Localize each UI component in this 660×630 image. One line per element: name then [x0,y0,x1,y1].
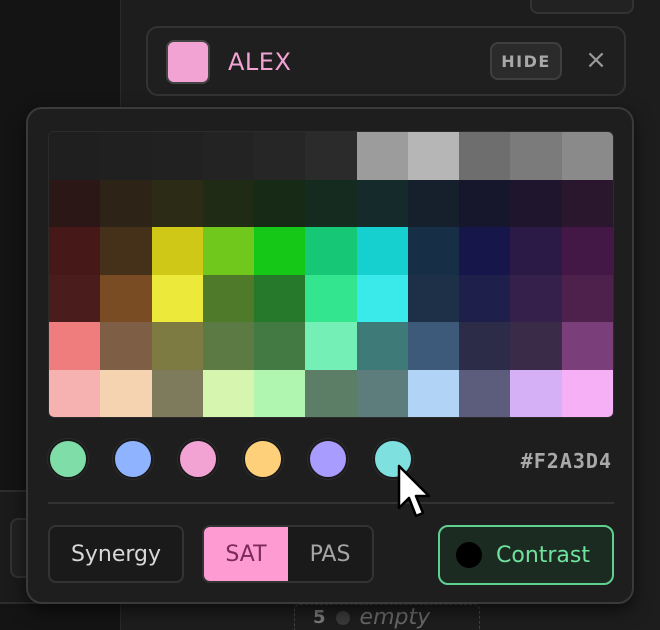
hide-button[interactable]: HIDE [490,42,562,80]
color-cell[interactable] [202,132,255,180]
color-cell[interactable] [151,179,203,227]
color-cell[interactable] [202,369,255,417]
mouse-cursor-icon [397,464,431,518]
player-name: ALEX [228,48,292,76]
color-cell[interactable] [49,227,101,275]
color-cell[interactable] [305,322,357,370]
color-cell[interactable] [561,274,613,322]
color-cell[interactable] [356,227,408,275]
color-cell[interactable] [510,274,562,322]
color-cell[interactable] [356,322,408,370]
color-cell[interactable] [151,322,203,370]
color-cell[interactable] [254,369,306,417]
background-slot-row: 5 empty [294,604,480,630]
background-card [530,0,634,14]
color-cell[interactable] [459,322,511,370]
color-cell[interactable] [151,227,203,275]
slot-number: 5 [313,607,326,628]
color-cell[interactable] [459,227,511,275]
synergy-button[interactable]: Synergy [48,525,184,583]
slot-label: empty [359,605,431,630]
mode-sat-button[interactable]: SAT [204,527,288,581]
color-cell[interactable] [100,322,152,370]
color-cell[interactable] [100,369,152,417]
color-cell[interactable] [305,132,357,180]
color-cell[interactable] [151,274,203,322]
divider [48,502,614,504]
color-cell[interactable] [561,132,613,180]
color-cell[interactable] [254,274,306,322]
mode-pas-button[interactable]: PAS [288,527,372,581]
contrast-label: Contrast [496,542,591,568]
color-cell[interactable] [202,274,255,322]
player-color-swatch[interactable] [166,40,210,84]
recent-color-swatch[interactable] [178,439,218,479]
player-card: ALEX HIDE × [146,26,626,96]
color-cell[interactable] [100,227,152,275]
color-cell[interactable] [202,322,255,370]
color-grid [48,131,614,418]
color-cell[interactable] [459,274,511,322]
color-cell[interactable] [510,132,562,180]
color-cell[interactable] [459,369,511,417]
color-cell[interactable] [100,179,152,227]
color-cell[interactable] [356,132,408,180]
color-cell[interactable] [151,132,203,180]
color-cell[interactable] [305,227,357,275]
color-cell[interactable] [356,274,408,322]
color-cell[interactable] [305,274,357,322]
color-cell[interactable] [407,227,460,275]
close-icon[interactable]: × [582,46,610,74]
color-cell[interactable] [49,369,101,417]
recent-color-swatch[interactable] [243,439,283,479]
color-cell[interactable] [151,369,203,417]
color-cell[interactable] [356,369,408,417]
color-cell[interactable] [100,274,152,322]
color-cell[interactable] [407,369,460,417]
color-cell[interactable] [407,132,460,180]
recent-color-swatch[interactable] [113,439,153,479]
color-cell[interactable] [254,179,306,227]
color-cell[interactable] [561,322,613,370]
color-cell[interactable] [49,179,101,227]
color-cell[interactable] [407,322,460,370]
slot-dot-icon [335,610,350,625]
color-cell[interactable] [510,227,562,275]
color-cell[interactable] [510,179,562,227]
color-cell[interactable] [305,369,357,417]
hex-value: #F2A3D4 [520,449,612,473]
color-cell[interactable] [561,227,613,275]
color-cell[interactable] [459,132,511,180]
color-cell[interactable] [49,132,101,180]
color-cell[interactable] [202,227,255,275]
color-cell[interactable] [407,274,460,322]
color-cell[interactable] [510,322,562,370]
color-cell[interactable] [49,274,101,322]
mode-toggle: SAT PAS [202,525,374,583]
color-cell[interactable] [254,132,306,180]
color-cell[interactable] [49,322,101,370]
contrast-button[interactable]: Contrast [438,525,614,585]
color-cell[interactable] [356,179,408,227]
color-cell[interactable] [202,179,255,227]
color-cell[interactable] [510,369,562,417]
contrast-dot-icon [456,542,482,568]
color-cell[interactable] [254,322,306,370]
color-cell[interactable] [561,369,613,417]
color-cell[interactable] [100,132,152,180]
color-cell[interactable] [407,179,460,227]
recent-color-swatch[interactable] [48,439,88,479]
color-cell[interactable] [305,179,357,227]
color-cell[interactable] [254,227,306,275]
color-cell[interactable] [459,179,511,227]
color-picker-popover: #F2A3D4 Synergy SAT PAS Contrast [26,107,634,604]
recent-colors [48,439,428,481]
recent-color-swatch[interactable] [308,439,348,479]
color-cell[interactable] [561,179,613,227]
